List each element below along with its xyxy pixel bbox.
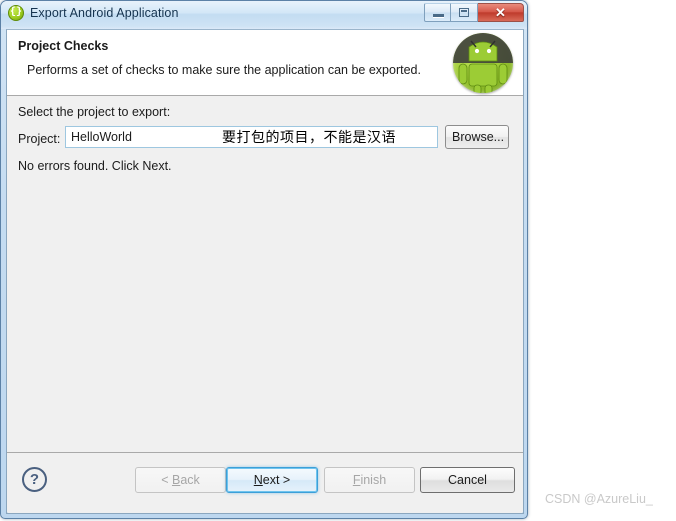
page-title: Project Checks xyxy=(18,39,109,53)
next-button-label: Next > xyxy=(253,473,291,487)
project-label: Project: xyxy=(18,132,61,146)
status-message: No errors found. Click Next. xyxy=(18,159,172,173)
wizard-header: Project Checks Performs a set of checks … xyxy=(7,30,523,96)
finish-button[interactable]: Finish xyxy=(324,467,415,493)
back-button[interactable]: < Back xyxy=(135,467,226,493)
android-robot-icon xyxy=(453,33,513,93)
title-bar-left: {} Export Android Application xyxy=(8,5,179,21)
next-button[interactable]: Next > xyxy=(226,467,318,493)
close-icon: ✕ xyxy=(495,5,506,20)
annotation-overlay: 要打包的项目，不能是汉语 xyxy=(222,130,396,146)
wizard-footer: ? < Back Next > Finish Cancel xyxy=(7,453,523,512)
select-project-label: Select the project to export: xyxy=(18,105,171,119)
minimize-button[interactable] xyxy=(424,3,451,22)
cancel-button-label: Cancel xyxy=(448,473,487,487)
export-android-application-dialog: {} Export Android Application ✕ Project … xyxy=(0,0,528,519)
cancel-button[interactable]: Cancel xyxy=(420,467,515,493)
title-bar[interactable]: {} Export Android Application ✕ xyxy=(1,1,527,29)
window-title: Export Android Application xyxy=(30,6,179,20)
help-icon[interactable]: ? xyxy=(22,467,47,492)
watermark: CSDN @AzureLiu_ xyxy=(545,492,653,506)
finish-button-label: Finish xyxy=(352,473,387,487)
restore-icon xyxy=(459,8,469,17)
dialog-client-area: Project Checks Performs a set of checks … xyxy=(6,29,524,514)
maximize-button[interactable] xyxy=(451,3,478,22)
back-button-label: < Back xyxy=(161,473,200,487)
braces-icon: {} xyxy=(8,5,24,21)
close-button[interactable]: ✕ xyxy=(478,3,524,22)
page-description: Performs a set of checks to make sure th… xyxy=(27,63,421,77)
window-controls: ✕ xyxy=(424,3,524,22)
browse-button[interactable]: Browse... xyxy=(445,125,509,149)
wizard-body: Select the project to export: Project: B… xyxy=(7,96,523,453)
screenshot-canvas: {} Export Android Application ✕ Project … xyxy=(0,0,676,521)
minimize-icon xyxy=(433,14,444,18)
